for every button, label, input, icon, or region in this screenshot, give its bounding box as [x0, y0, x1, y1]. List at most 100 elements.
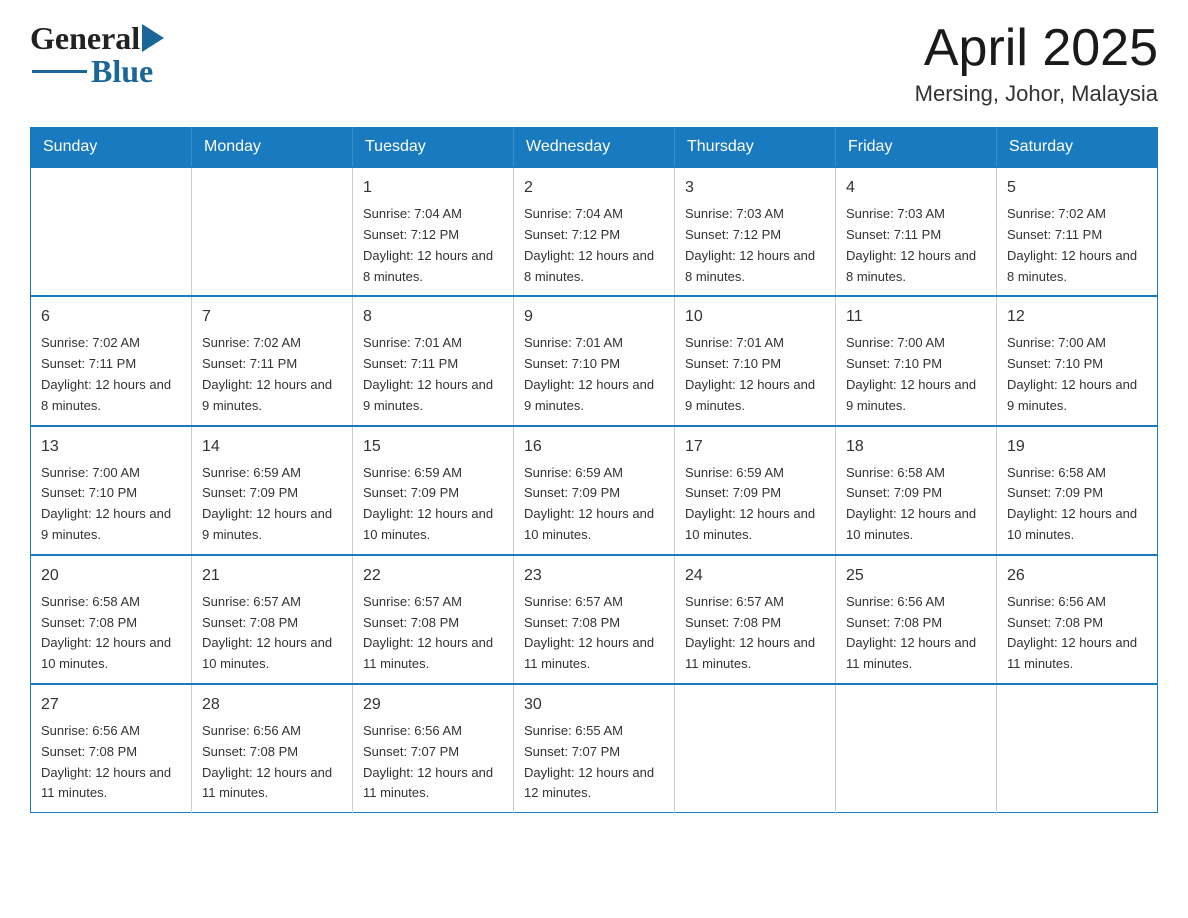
calendar-day-cell: 13Sunrise: 7:00 AMSunset: 7:10 PMDayligh…	[31, 426, 192, 555]
calendar-day-cell: 29 Sunrise: 6:56 AMSunset: 7:07 PMDayligh…	[353, 684, 514, 813]
day-number: 7	[202, 305, 342, 329]
calendar-week-row: 13Sunrise: 7:00 AMSunset: 7:10 PMDayligh…	[31, 426, 1158, 555]
day-number: 9	[524, 305, 664, 329]
day-number: 1	[363, 176, 503, 200]
logo-arrow-icon	[142, 24, 164, 57]
calendar-day-cell: 2 Sunrise: 7:04 AMSunset: 7:12 PMDaylight…	[514, 167, 675, 296]
day-number: 19	[1007, 435, 1147, 459]
day-number: 4	[846, 176, 986, 200]
day-sun-info: Sunrise: 6:58 AMSunset: 7:09 PMDaylight:…	[1007, 463, 1147, 546]
day-number: 11	[846, 305, 986, 329]
calendar-day-cell: 6Sunrise: 7:02 AMSunset: 7:11 PMDaylight…	[31, 296, 192, 425]
day-of-week-header: Monday	[192, 128, 353, 168]
day-number: 2	[524, 176, 664, 200]
day-sun-info: Sunrise: 7:01 AMSunset: 7:10 PMDaylight:…	[524, 333, 664, 416]
day-number: 3	[685, 176, 825, 200]
day-sun-info: Sunrise: 6:57 AMSunset: 7:08 PMDaylight:…	[363, 592, 503, 675]
calendar-day-cell: 27 Sunrise: 6:56 AMSunset: 7:08 PMDayligh…	[31, 684, 192, 813]
calendar-day-cell: 16Sunrise: 6:59 AMSunset: 7:09 PMDayligh…	[514, 426, 675, 555]
calendar-day-cell: 4 Sunrise: 7:03 AMSunset: 7:11 PMDaylight…	[836, 167, 997, 296]
calendar-day-cell: 11 Sunrise: 7:00 AMSunset: 7:10 PMDayligh…	[836, 296, 997, 425]
day-sun-info: Sunrise: 6:57 AMSunset: 7:08 PMDaylight:…	[202, 592, 342, 675]
day-sun-info: Sunrise: 6:56 AMSunset: 7:08 PMDaylight:…	[41, 721, 181, 804]
day-sun-info: Sunrise: 7:03 AMSunset: 7:11 PMDaylight:…	[846, 204, 986, 287]
day-number: 24	[685, 564, 825, 588]
day-number: 20	[41, 564, 181, 588]
day-number: 29	[363, 693, 503, 717]
day-sun-info: Sunrise: 6:56 AMSunset: 7:08 PMDaylight:…	[202, 721, 342, 804]
calendar-day-cell: 28Sunrise: 6:56 AMSunset: 7:08 PMDayligh…	[192, 684, 353, 813]
day-number: 12	[1007, 305, 1147, 329]
calendar-day-cell: 18 Sunrise: 6:58 AMSunset: 7:09 PMDayligh…	[836, 426, 997, 555]
calendar-day-cell: 25 Sunrise: 6:56 AMSunset: 7:08 PMDayligh…	[836, 555, 997, 684]
day-of-week-header: Tuesday	[353, 128, 514, 168]
calendar-day-cell: 19 Sunrise: 6:58 AMSunset: 7:09 PMDayligh…	[997, 426, 1158, 555]
day-number: 5	[1007, 176, 1147, 200]
day-number: 26	[1007, 564, 1147, 588]
day-number: 18	[846, 435, 986, 459]
day-sun-info: Sunrise: 6:56 AMSunset: 7:08 PMDaylight:…	[1007, 592, 1147, 675]
calendar-subtitle: Mersing, Johor, Malaysia	[915, 81, 1158, 107]
day-sun-info: Sunrise: 7:01 AMSunset: 7:10 PMDaylight:…	[685, 333, 825, 416]
calendar-header-row: SundayMondayTuesdayWednesdayThursdayFrid…	[31, 128, 1158, 168]
day-sun-info: Sunrise: 6:58 AMSunset: 7:08 PMDaylight:…	[41, 592, 181, 675]
day-number: 25	[846, 564, 986, 588]
day-sun-info: Sunrise: 6:55 AMSunset: 7:07 PMDaylight:…	[524, 721, 664, 804]
day-sun-info: Sunrise: 7:04 AMSunset: 7:12 PMDaylight:…	[363, 204, 503, 287]
calendar-day-cell: 8 Sunrise: 7:01 AMSunset: 7:11 PMDaylight…	[353, 296, 514, 425]
calendar-day-cell: 20 Sunrise: 6:58 AMSunset: 7:08 PMDayligh…	[31, 555, 192, 684]
day-sun-info: Sunrise: 7:02 AMSunset: 7:11 PMDaylight:…	[41, 333, 181, 416]
day-sun-info: Sunrise: 6:59 AMSunset: 7:09 PMDaylight:…	[524, 463, 664, 546]
calendar-day-cell: 12Sunrise: 7:00 AMSunset: 7:10 PMDayligh…	[997, 296, 1158, 425]
day-number: 27	[41, 693, 181, 717]
title-section: April 2025 Mersing, Johor, Malaysia	[915, 20, 1158, 107]
day-sun-info: Sunrise: 6:59 AMSunset: 7:09 PMDaylight:…	[363, 463, 503, 546]
logo-underline	[32, 70, 87, 73]
day-sun-info: Sunrise: 6:56 AMSunset: 7:08 PMDaylight:…	[846, 592, 986, 675]
logo-blue-text: Blue	[91, 53, 153, 90]
calendar-week-row: 20 Sunrise: 6:58 AMSunset: 7:08 PMDayligh…	[31, 555, 1158, 684]
day-number: 14	[202, 435, 342, 459]
day-of-week-header: Sunday	[31, 128, 192, 168]
calendar-day-cell	[192, 167, 353, 296]
day-number: 21	[202, 564, 342, 588]
day-sun-info: Sunrise: 6:59 AMSunset: 7:09 PMDaylight:…	[202, 463, 342, 546]
day-number: 8	[363, 305, 503, 329]
calendar-day-cell: 5Sunrise: 7:02 AMSunset: 7:11 PMDaylight…	[997, 167, 1158, 296]
calendar-day-cell: 9 Sunrise: 7:01 AMSunset: 7:10 PMDaylight…	[514, 296, 675, 425]
day-sun-info: Sunrise: 6:58 AMSunset: 7:09 PMDaylight:…	[846, 463, 986, 546]
calendar-table: SundayMondayTuesdayWednesdayThursdayFrid…	[30, 127, 1158, 813]
day-sun-info: Sunrise: 6:59 AMSunset: 7:09 PMDaylight:…	[685, 463, 825, 546]
calendar-day-cell	[836, 684, 997, 813]
day-number: 15	[363, 435, 503, 459]
day-number: 17	[685, 435, 825, 459]
day-of-week-header: Wednesday	[514, 128, 675, 168]
day-sun-info: Sunrise: 7:01 AMSunset: 7:11 PMDaylight:…	[363, 333, 503, 416]
logo-general-text: General	[30, 20, 140, 57]
calendar-day-cell	[997, 684, 1158, 813]
day-sun-info: Sunrise: 7:00 AMSunset: 7:10 PMDaylight:…	[846, 333, 986, 416]
calendar-day-cell: 26 Sunrise: 6:56 AMSunset: 7:08 PMDayligh…	[997, 555, 1158, 684]
calendar-week-row: 27 Sunrise: 6:56 AMSunset: 7:08 PMDayligh…	[31, 684, 1158, 813]
day-sun-info: Sunrise: 7:02 AMSunset: 7:11 PMDaylight:…	[202, 333, 342, 416]
page-header: General Blue April 2025 Mersing, Johor, …	[30, 20, 1158, 107]
calendar-week-row: 6Sunrise: 7:02 AMSunset: 7:11 PMDaylight…	[31, 296, 1158, 425]
calendar-day-cell: 17 Sunrise: 6:59 AMSunset: 7:09 PMDayligh…	[675, 426, 836, 555]
day-sun-info: Sunrise: 6:57 AMSunset: 7:08 PMDaylight:…	[685, 592, 825, 675]
calendar-day-cell: 30Sunrise: 6:55 AMSunset: 7:07 PMDayligh…	[514, 684, 675, 813]
calendar-day-cell: 10Sunrise: 7:01 AMSunset: 7:10 PMDayligh…	[675, 296, 836, 425]
calendar-day-cell	[31, 167, 192, 296]
calendar-week-row: 1 Sunrise: 7:04 AMSunset: 7:12 PMDaylight…	[31, 167, 1158, 296]
calendar-day-cell: 23Sunrise: 6:57 AMSunset: 7:08 PMDayligh…	[514, 555, 675, 684]
day-sun-info: Sunrise: 7:03 AMSunset: 7:12 PMDaylight:…	[685, 204, 825, 287]
day-of-week-header: Thursday	[675, 128, 836, 168]
day-sun-info: Sunrise: 6:56 AMSunset: 7:07 PMDaylight:…	[363, 721, 503, 804]
calendar-day-cell: 3 Sunrise: 7:03 AMSunset: 7:12 PMDaylight…	[675, 167, 836, 296]
calendar-day-cell: 21 Sunrise: 6:57 AMSunset: 7:08 PMDayligh…	[192, 555, 353, 684]
logo: General Blue	[30, 20, 164, 90]
calendar-day-cell: 7 Sunrise: 7:02 AMSunset: 7:11 PMDaylight…	[192, 296, 353, 425]
day-sun-info: Sunrise: 7:04 AMSunset: 7:12 PMDaylight:…	[524, 204, 664, 287]
day-sun-info: Sunrise: 6:57 AMSunset: 7:08 PMDaylight:…	[524, 592, 664, 675]
day-number: 13	[41, 435, 181, 459]
calendar-day-cell	[675, 684, 836, 813]
